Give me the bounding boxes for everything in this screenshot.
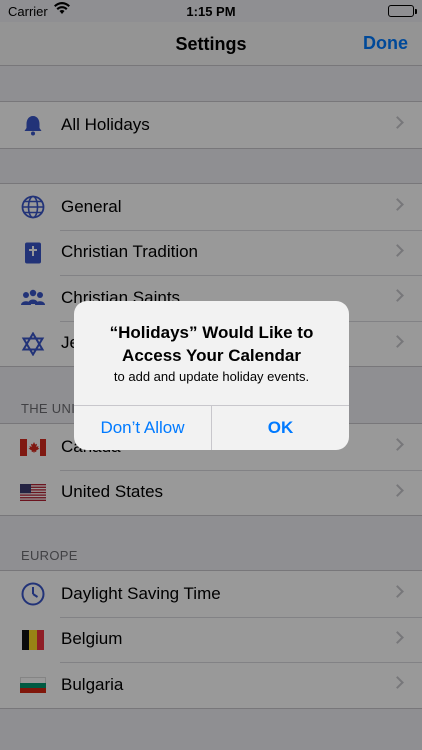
alert-buttons: Don’t Allow OK xyxy=(74,405,349,450)
ok-button[interactable]: OK xyxy=(211,406,349,450)
alert-message: to add and update holiday events. xyxy=(113,369,310,384)
alert-title: “Holidays” Would Like to Access Your Cal… xyxy=(109,323,314,365)
calendar-permission-alert: “Holidays” Would Like to Access Your Cal… xyxy=(74,301,349,450)
dont-allow-button[interactable]: Don’t Allow xyxy=(74,406,211,450)
